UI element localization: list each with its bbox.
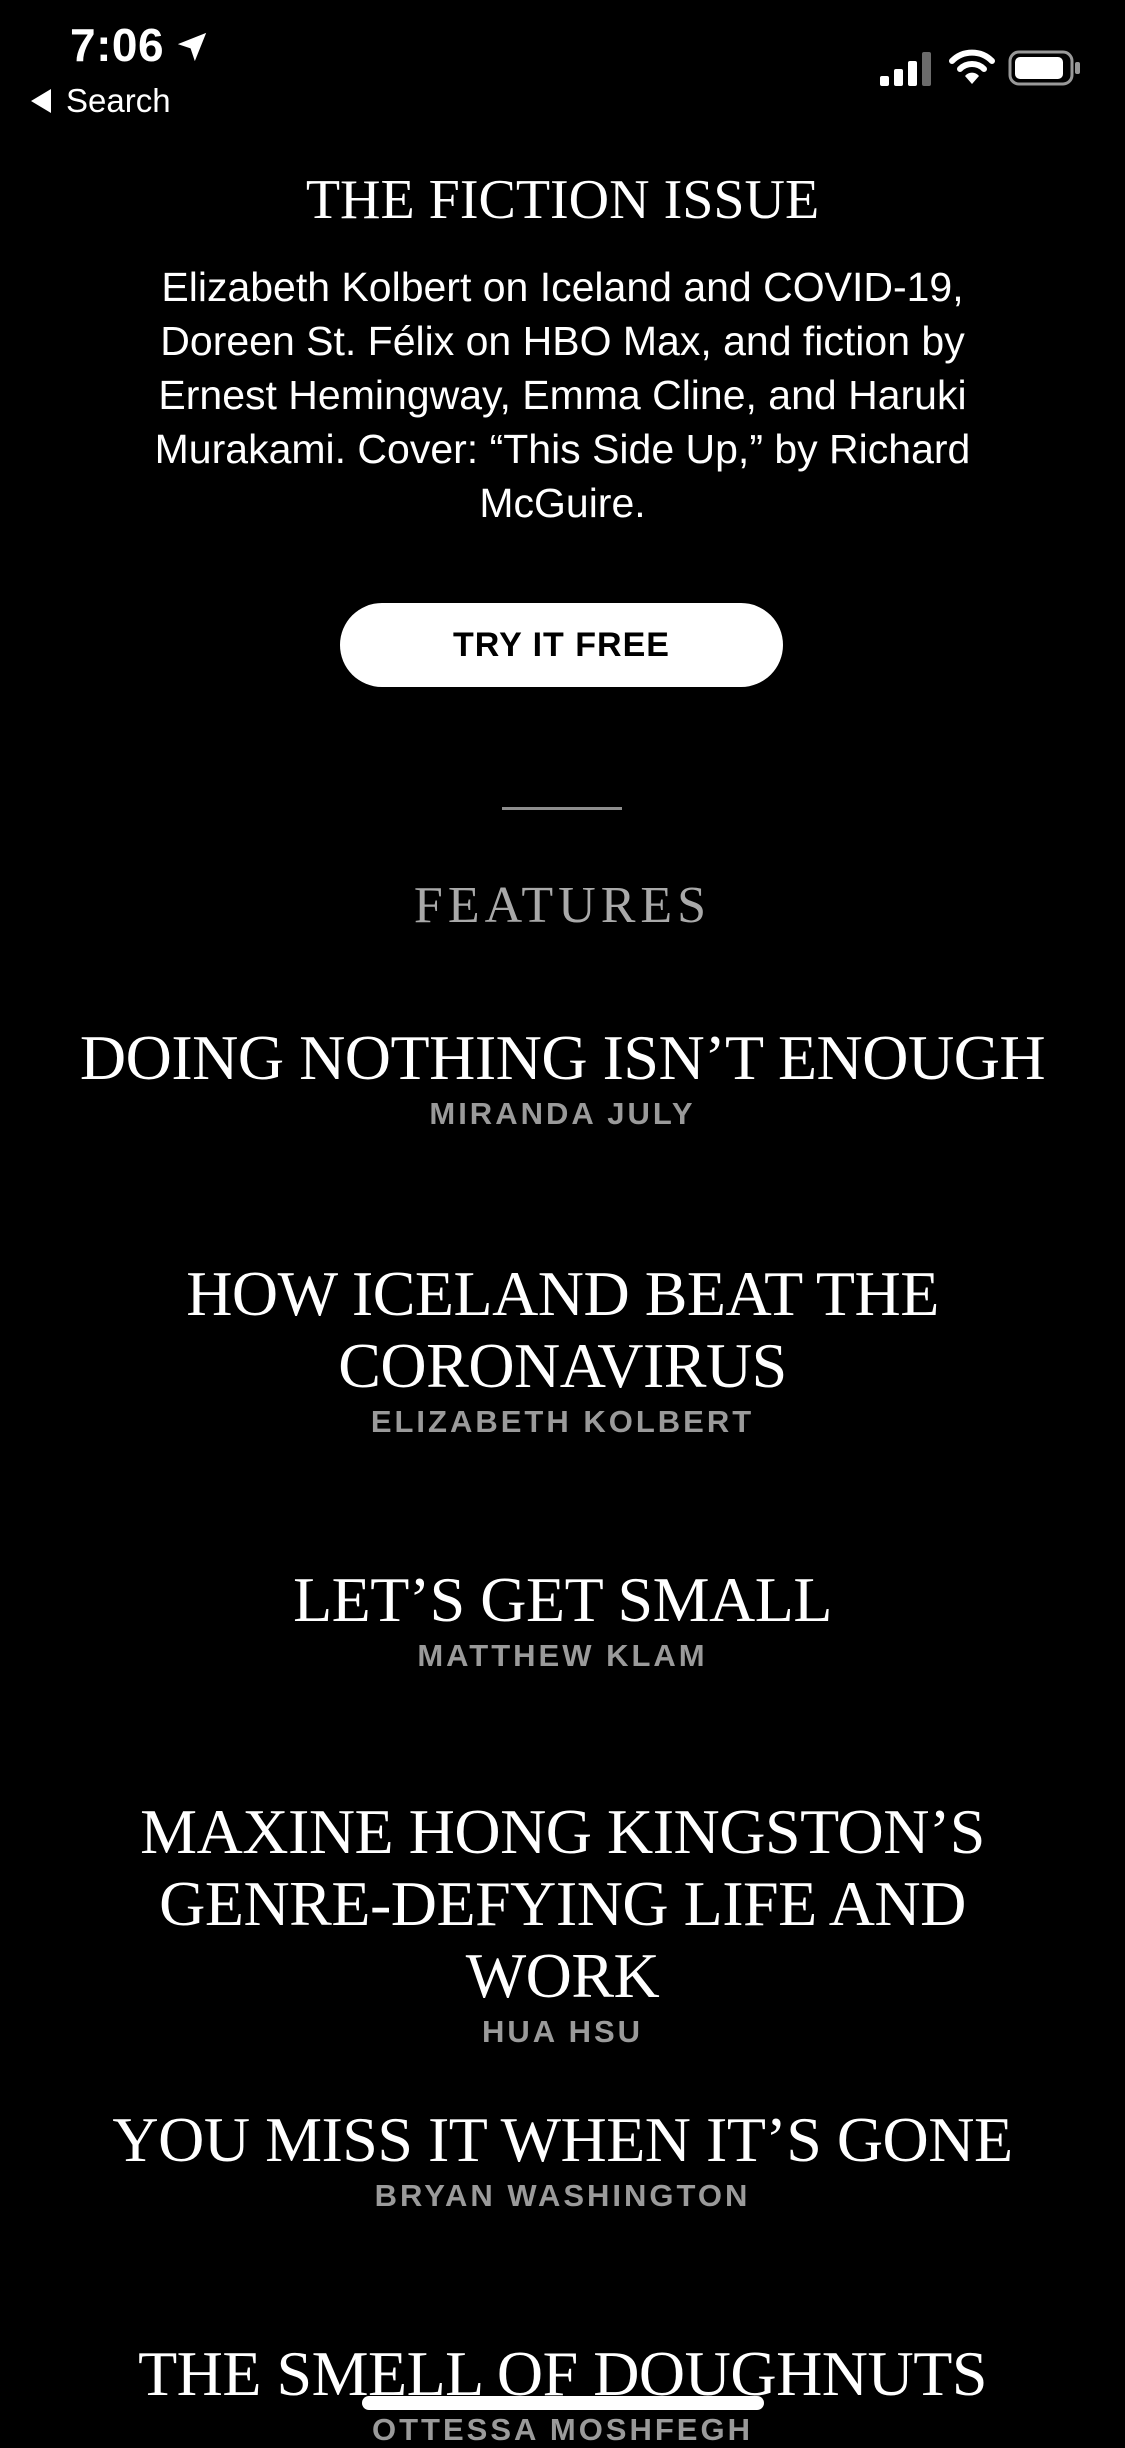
feature-title: YOU MISS IT WHEN IT’S GONE: [112, 2104, 1013, 2175]
feature-author: ELIZABETH KOLBERT: [370, 1404, 755, 1439]
feature-author: MIRANDA JULY: [429, 1096, 696, 1131]
feature-item[interactable]: LET’S GET SMALL MATTHEW KLAM: [60, 1564, 1065, 1674]
feature-item[interactable]: HOW ICELAND BEAT THE CORONAVIRUS ELIZABE…: [60, 1258, 1065, 1440]
feature-author: OTTESSA MOSHFEGH: [372, 2412, 753, 2447]
feature-author: HUA HSU: [481, 2014, 644, 2049]
feature-author: MATTHEW KLAM: [417, 1638, 708, 1673]
back-to-search-link[interactable]: Search: [30, 82, 171, 120]
feature-title: DOING NOTHING ISN’T ENOUGH: [79, 1022, 1046, 1093]
issue-title: THE FICTION ISSUE: [305, 169, 820, 231]
feature-item[interactable]: THE SMELL OF DOUGHNUTS OTTESSA MOSHFEGH: [60, 2338, 1065, 2448]
feature-item[interactable]: DOING NOTHING ISN’T ENOUGH MIRANDA JULY: [60, 1022, 1065, 1132]
feature-title: HOW ICELAND BEAT THE CORONAVIRUS: [186, 1258, 939, 1401]
section-divider: [502, 807, 622, 810]
back-link-label: Search: [66, 82, 171, 119]
status-time: 7:06: [70, 19, 165, 71]
features-heading: FEATURES: [413, 877, 712, 934]
feature-item[interactable]: YOU MISS IT WHEN IT’S GONE BRYAN WASHING…: [60, 2104, 1065, 2214]
back-caret-icon: [31, 89, 51, 113]
issue-description: Elizabeth Kolbert on Iceland and COVID-1…: [154, 264, 971, 526]
wifi-icon: [949, 49, 995, 84]
cellular-signal-icon: [880, 52, 931, 86]
try-it-free-button[interactable]: TRY IT FREE: [340, 603, 783, 687]
home-indicator[interactable]: [362, 2396, 764, 2410]
feature-item[interactable]: MAXINE HONG KINGSTON’S GENRE-DEFYING LIF…: [60, 1796, 1065, 2050]
location-arrow-icon: [177, 32, 207, 62]
status-bar: 7:06 Search: [0, 0, 1125, 130]
feature-title: MAXINE HONG KINGSTON’S GENRE-DEFYING LIF…: [140, 1796, 985, 2011]
feature-title: LET’S GET SMALL: [293, 1564, 832, 1635]
battery-icon: [1008, 50, 1080, 86]
feature-author: BRYAN WASHINGTON: [374, 2178, 751, 2213]
